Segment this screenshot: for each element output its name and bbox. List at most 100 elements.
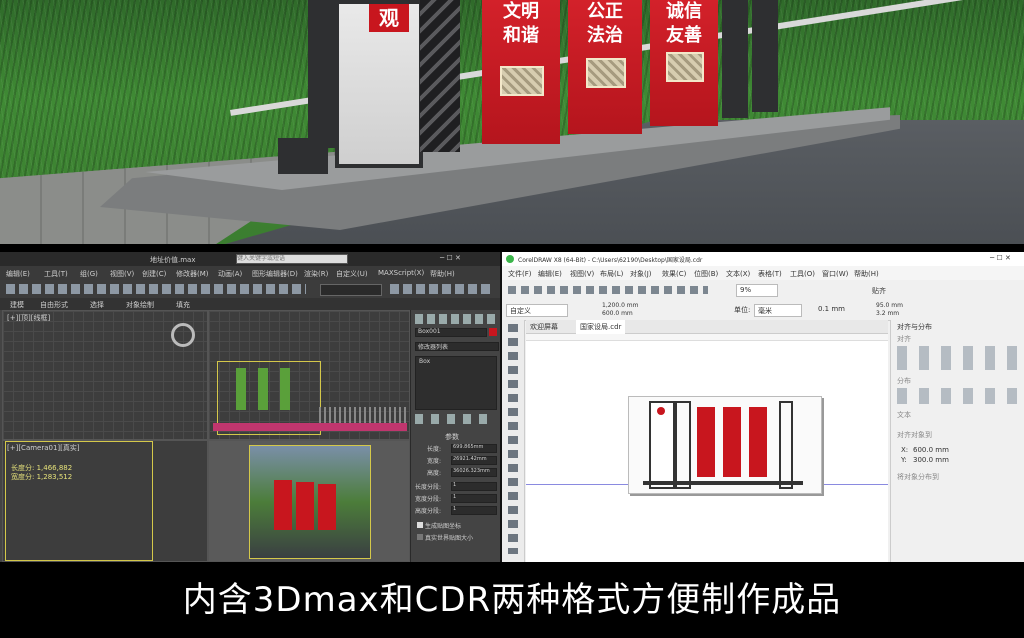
max-checkbox-realworld[interactable] [417,534,423,540]
cdr-title: CorelDRAW X8 (64-Bit) - C:\Users\62190\D… [518,257,703,264]
viewcube-icon[interactable] [171,323,195,347]
sign-white-panel: 观 [335,0,423,168]
max-menu-animation[interactable]: 动画(A) [218,269,242,279]
max-menu-tools[interactable]: 工具(T) [44,269,68,279]
value-panel-2: 公正 法治 [568,0,642,134]
max-menu-create[interactable]: 创建(C) [142,269,166,279]
cdr-titlebar: CorelDRAW X8 (64-Bit) - C:\Users\62190\D… [502,252,1024,267]
cdr-menu-file[interactable]: 文件(F) [508,269,532,279]
cdr-page-width[interactable]: 1,200.0 mm [602,302,639,309]
cdr-snap-label[interactable]: 贴齐 [872,286,886,296]
max-viewport-render[interactable] [208,440,410,562]
max-checkbox-mapping[interactable] [417,522,423,528]
max-menu-graph[interactable]: 图形编辑器(D) [252,269,298,279]
max-menu-group[interactable]: 组(G) [80,269,98,279]
max-render-panel-2 [296,482,314,530]
cdr-menu-edit[interactable]: 编辑(E) [538,269,562,279]
max-tab-modeling[interactable]: 建模 [10,300,24,310]
max-stack-buttons[interactable] [415,414,495,424]
cdr-menu-bitmaps[interactable]: 位图(B) [694,269,718,279]
cdr-zoom-field[interactable]: 9% [736,284,778,297]
max-render-panel-3 [318,484,336,530]
max-param-width[interactable]: 26921.42mm [451,456,497,465]
cdr-menubar: 文件(F) 编辑(E) 视图(V) 布局(L) 对象(J) 效果(C) 位图(B… [502,266,1024,280]
max-vp-top-label: [+][顶][线框] [7,314,51,322]
cdr-menu-effects[interactable]: 效果(C) [662,269,686,279]
cdr-tool-icons[interactable] [508,324,518,554]
cdr-page-preset[interactable]: 自定义 [506,304,568,317]
max-viewport-top-left[interactable]: [+][顶][线框] [2,310,208,440]
max-param-wsegs[interactable]: 1 [451,494,497,503]
cdr-menu-layout[interactable]: 布局(L) [600,269,623,279]
max-menu-help[interactable]: 帮助(H) [430,269,455,279]
max-tab-populate[interactable]: 填充 [176,300,190,310]
cdr-menu-view[interactable]: 视图(V) [570,269,594,279]
max-viewport-camera[interactable]: [+][Camera01][真实] 长度分: 1,466,882 宽度分: 1,… [2,440,208,562]
max-check-mapping-label: 生成贴图坐标 [425,523,462,530]
cdr-menu-tools[interactable]: 工具(O) [790,269,815,279]
max-menu-render[interactable]: 渲染(R) [304,269,328,279]
cdr-page[interactable] [628,396,822,494]
cdr-sign-base [643,481,803,485]
panel-2-top: 公正 [587,1,623,22]
max-param-height[interactable]: 36026.323mm [451,468,497,477]
cdr-unit-select[interactable]: 毫米 [754,304,802,317]
max-param-label-wsegs: 宽度分段: [415,496,442,503]
max-modifier-stack[interactable]: Box [415,356,497,410]
max-param-lsegs[interactable]: 1 [451,482,497,491]
max-params-title: 参数 [445,433,459,441]
max-tab-selection[interactable]: 选择 [90,300,104,310]
max-toolbar [0,280,500,298]
sign-frame-right-a [722,0,748,118]
cdr-distribute-buttons[interactable] [897,388,1021,404]
cdr-menu-table[interactable]: 表格(T) [758,269,782,279]
max-search-input[interactable] [236,254,348,264]
cdr-menu-window[interactable]: 窗口(W) [822,269,848,279]
max-cmd-tabs[interactable] [415,314,497,324]
max-toolbar-icons[interactable] [6,284,306,294]
max-stack-item[interactable]: Box [419,358,430,365]
cdr-docker-distribute-to: 将对象分布到 [897,473,939,481]
max-menu-edit[interactable]: 编辑(E) [6,269,30,279]
panel-1-pattern [500,66,544,96]
max-wire-panel-1 [236,368,246,410]
panel-1-bottom: 和谐 [503,25,539,46]
max-param-hsegs[interactable]: 1 [451,506,497,515]
max-viewport-front[interactable] [208,310,410,440]
cdr-window-controls[interactable]: ─ ☐ ✕ [990,254,1011,262]
max-toolbar-icons-right[interactable] [390,284,494,294]
cdr-window: CorelDRAW X8 (64-Bit) - C:\Users\62190\D… [500,252,1024,562]
cdr-page-height[interactable]: 600.0 mm [602,310,633,317]
max-param-length[interactable]: 699.865mm [451,444,497,453]
cdr-menu-help[interactable]: 帮助(H) [854,269,879,279]
cdr-tab-doc[interactable]: 国家设局.cdr [576,320,626,334]
max-check-realworld-label: 真实世界贴图大小 [425,535,474,542]
cdr-align-buttons[interactable] [897,346,1021,370]
cdr-menu-text[interactable]: 文本(X) [726,269,750,279]
cdr-y-value[interactable]: 300.0 mm [913,456,949,464]
max-tab-freeform[interactable]: 自由形式 [40,300,68,310]
cdr-menu-object[interactable]: 对象(J) [630,269,652,279]
cdr-dup-y[interactable]: 3.2 mm [876,310,899,317]
max-selection-set[interactable] [320,284,382,296]
max-menu-modifiers[interactable]: 修改器(M) [176,269,209,279]
cdr-x-value[interactable]: 600.0 mm [913,446,949,454]
max-menu-customize[interactable]: 自定义(U) [336,269,368,279]
max-tab-object-paint[interactable]: 对象绘制 [126,300,154,310]
cdr-doc-tabs: 欢迎屏幕 国家设局.cdr [526,320,888,334]
cdr-tab-welcome[interactable]: 欢迎屏幕 [530,322,558,332]
max-object-name-field[interactable]: Box001 [415,328,487,337]
max-window-controls[interactable]: ─ ☐ ✕ [440,254,461,262]
cdr-red-panel-2 [723,407,741,477]
cdr-toolbar-icons[interactable] [508,286,708,294]
max-menubar: 编辑(E) 工具(T) 组(G) 视图(V) 创建(C) 修改器(M) 动画(A… [0,266,500,280]
max-menu-maxscript[interactable]: MAXScript(X) [378,269,424,277]
cdr-docker-align: 对齐 [897,335,911,343]
cdr-dup-x[interactable]: 95.0 mm [876,302,903,309]
caption-text: 内含3Dmax和CDR两种格式方便制作成品 [0,562,1024,638]
cdr-canvas[interactable] [526,334,888,562]
cdr-nudge[interactable]: 0.1 mm [818,305,845,313]
max-object-color-swatch[interactable] [489,328,497,336]
max-menu-view[interactable]: 视图(V) [110,269,134,279]
max-modifier-list[interactable]: 修改器列表 [415,342,499,351]
